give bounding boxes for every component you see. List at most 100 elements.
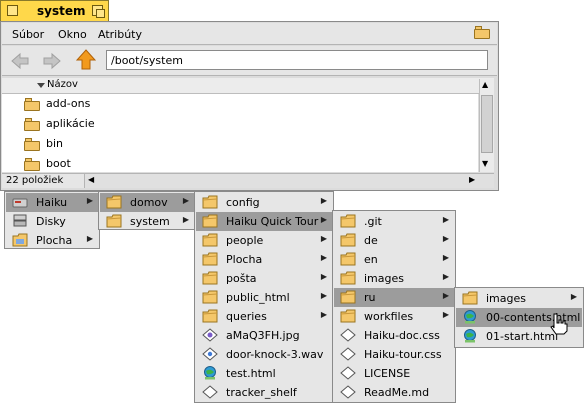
list-item[interactable]: aplikácie: [22, 114, 442, 134]
forward-arrow-icon[interactable]: [42, 52, 62, 70]
menu-item-label: config: [226, 196, 260, 209]
vertical-scrollbar[interactable]: ▲ ▼: [479, 79, 494, 172]
folder-icon: [462, 291, 478, 306]
menu-item-label: images: [486, 292, 526, 305]
folder-icon: [340, 252, 356, 267]
image-file-icon: [202, 328, 218, 343]
scroll-right-icon[interactable]: ▶: [469, 175, 475, 184]
menu-item-label: queries: [226, 310, 267, 323]
list-item-label: add-ons: [46, 97, 91, 110]
folder-icon: [202, 214, 218, 229]
file-icon: [340, 328, 356, 343]
column-name-label: Názov: [47, 79, 78, 90]
html-file-icon: [462, 310, 478, 325]
menu-item-public-html[interactable]: public_html ▶: [196, 288, 332, 307]
scroll-down-icon[interactable]: ▼: [482, 159, 488, 168]
menu-item-queries[interactable]: queries ▶: [196, 307, 332, 326]
menu-item-label: workfiles: [364, 310, 414, 323]
navigation-toolbar: /boot/system: [2, 46, 497, 76]
hand-cursor-icon: [550, 313, 568, 335]
close-button[interactable]: [7, 5, 18, 16]
menu-window[interactable]: Okno: [58, 28, 87, 41]
menu-item-tracker-shelf[interactable]: tracker_shelf: [196, 383, 332, 402]
folder-icon: [24, 98, 40, 111]
menu-item-test-html[interactable]: test.html: [196, 364, 332, 383]
window-tab[interactable]: system: [0, 0, 109, 21]
menu-item-label: Haiku: [36, 196, 68, 209]
menu-item-images[interactable]: images ▶: [456, 289, 582, 308]
folder-icon: [24, 138, 40, 151]
scroll-thumb[interactable]: [481, 95, 493, 153]
menu-item-domov[interactable]: domov ▶: [100, 193, 194, 212]
menu-item-people[interactable]: people ▶: [196, 231, 332, 250]
menu-root: Haiku ▶ Disky Plocha ▶: [4, 191, 100, 249]
menu-item-license[interactable]: LICENSE: [334, 364, 454, 383]
menu-item-git[interactable]: .git ▶: [334, 212, 454, 231]
submenu-arrow-icon: ▶: [320, 234, 327, 243]
menu-item-amaq3fh-jpg[interactable]: aMaQ3FH.jpg: [196, 326, 332, 345]
submenu-arrow-icon: ▶: [182, 215, 189, 224]
submenu-arrow-icon: ▶: [86, 234, 93, 243]
menu-file[interactable]: Súbor: [12, 28, 44, 41]
menu-item-haiku-quick-tour[interactable]: Haiku Quick Tour ▶: [196, 212, 332, 231]
menu-item-label: Plocha: [226, 253, 263, 266]
menu-item-en[interactable]: en ▶: [334, 250, 454, 269]
menu-item-door-knock-3-wav[interactable]: door-knock-3.wav: [196, 345, 332, 364]
menu-item-plocha[interactable]: Plocha ▶: [196, 250, 332, 269]
menu-item-system[interactable]: system ▶: [100, 212, 194, 231]
scroll-left-icon[interactable]: ◀: [88, 175, 94, 184]
submenu-arrow-icon: ▶: [442, 253, 449, 262]
submenu-arrow-icon: ▶: [320, 291, 327, 300]
list-item-label: bin: [46, 137, 64, 150]
list-item[interactable]: boot: [22, 154, 442, 172]
menu-item-readme-md[interactable]: ReadMe.md: [334, 383, 454, 402]
menu-item-po-ta[interactable]: pošta ▶: [196, 269, 332, 288]
list-column-header[interactable]: Názov: [2, 78, 494, 94]
submenu-arrow-icon: ▶: [442, 272, 449, 281]
menu-item-label: ReadMe.md: [364, 386, 430, 399]
file-icon: [202, 385, 218, 400]
folder-icon: [340, 290, 356, 305]
submenu-arrow-icon: ▶: [320, 253, 327, 262]
menu-item-workfiles[interactable]: workfiles ▶: [334, 307, 454, 326]
menu-item-label: public_html: [226, 291, 290, 304]
menu-item-haiku-doc-css[interactable]: Haiku-doc.css: [334, 326, 454, 345]
folder-icon: [202, 271, 218, 286]
submenu-arrow-icon: ▶: [320, 272, 327, 281]
menu-item-label: images: [364, 272, 404, 285]
menu-item-images[interactable]: images ▶: [334, 269, 454, 288]
html-file-icon: [462, 329, 478, 344]
zoom-button[interactable]: [92, 5, 105, 18]
menu-item-label: domov: [130, 196, 168, 209]
list-item[interactable]: bin: [22, 134, 442, 154]
menu-item-haiku[interactable]: Haiku ▶: [6, 193, 98, 212]
submenu-arrow-icon: ▶: [442, 310, 449, 319]
submenu-arrow-icon: ▶: [86, 196, 93, 205]
menu-item-de[interactable]: de ▶: [334, 231, 454, 250]
menu-item-label: Haiku Quick Tour: [226, 215, 319, 228]
file-icon: [340, 366, 356, 381]
menu-item-ru[interactable]: ru ▶: [334, 288, 454, 307]
menu-item-config[interactable]: config ▶: [196, 193, 332, 212]
submenu-arrow-icon: ▶: [570, 292, 577, 301]
menu-item-label: aMaQ3FH.jpg: [226, 329, 300, 342]
menu-item-haiku-tour-css[interactable]: Haiku-tour.css: [334, 345, 454, 364]
path-input[interactable]: /boot/system: [106, 50, 488, 70]
folder-icon: [24, 118, 40, 131]
html-file-icon: [202, 366, 218, 381]
list-item-label: boot: [46, 157, 71, 170]
menu-item-plocha[interactable]: Plocha ▶: [6, 231, 98, 250]
menu-attributes[interactable]: Atribúty: [98, 28, 142, 41]
back-arrow-icon[interactable]: [10, 52, 30, 70]
list-item[interactable]: add-ons: [22, 94, 442, 114]
scroll-up-icon[interactable]: ▲: [482, 80, 488, 89]
menu-item-disky[interactable]: Disky: [6, 212, 98, 231]
folder-icon: [106, 214, 122, 229]
menu-item-label: tracker_shelf: [226, 386, 297, 399]
menu-item-label: people: [226, 234, 264, 247]
horizontal-scrollbar[interactable]: ◀ ▶: [84, 174, 494, 188]
item-count: 22 položiek: [6, 175, 64, 186]
submenu-arrow-icon: ▶: [442, 215, 449, 224]
parent-folder-up-icon[interactable]: [76, 49, 96, 71]
file-list: add-ons aplikácie bin boot: [2, 94, 478, 172]
